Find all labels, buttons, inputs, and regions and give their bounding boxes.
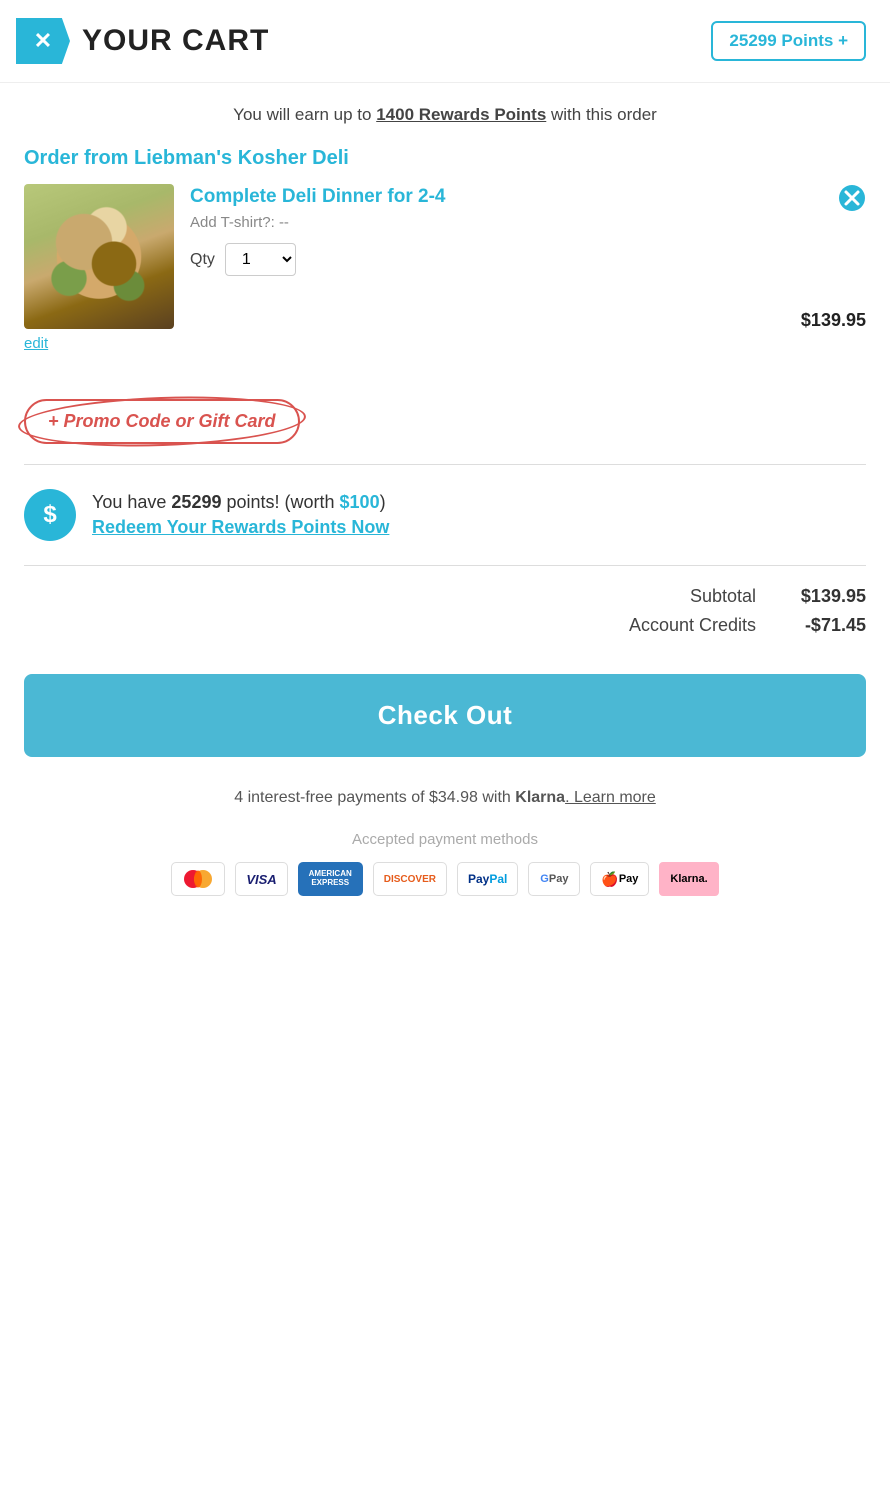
item-qty-row: Qty 1 2 3 4 xyxy=(190,243,866,276)
rewards-text-before: You will earn up to xyxy=(233,105,376,124)
checkout-button[interactable]: Check Out xyxy=(24,674,866,757)
klarna-brand: Klarna xyxy=(515,789,565,806)
item-name: Complete Deli Dinner for 2-4 xyxy=(190,186,866,208)
payment-methods-label: Accepted payment methods xyxy=(24,831,866,848)
cart-item: edit Complete Deli Dinner for 2-4 Add T-… xyxy=(24,184,866,369)
checkout-section: Check Out xyxy=(0,654,890,773)
rewards-points-text: You have 25299 points! (worth $100) xyxy=(92,492,389,513)
item-remove-button[interactable] xyxy=(838,184,866,219)
credits-value: -$71.45 xyxy=(786,615,866,636)
rewards-earn-bar: You will earn up to 1400 Rewards Points … xyxy=(0,83,890,135)
visa-icon: VISA xyxy=(235,862,287,896)
restaurant-name: Liebman's Kosher Deli xyxy=(134,147,349,169)
points-button[interactable]: 25299 Points + xyxy=(711,21,866,61)
paypal-icon: PayPal xyxy=(457,862,518,896)
item-details: Complete Deli Dinner for 2-4 Add T-shirt… xyxy=(190,184,866,282)
subtotal-value: $139.95 xyxy=(786,586,866,607)
text-before: You have xyxy=(92,492,171,512)
klarna-section: 4 interest-free payments of $34.98 with … xyxy=(0,773,890,815)
food-photo xyxy=(24,184,174,329)
subtotal-row: Subtotal $139.95 xyxy=(24,586,866,607)
item-image xyxy=(24,184,174,329)
klarna-text: 4 interest-free payments of $34.98 with xyxy=(234,789,515,806)
item-image-wrapper: edit xyxy=(24,184,174,353)
item-option: Add T-shirt?: -- xyxy=(190,214,866,231)
promo-section: + Promo Code or Gift Card xyxy=(0,369,890,464)
option-label: Add T-shirt?: xyxy=(190,214,275,231)
applepay-icon: 🍎 Pay xyxy=(590,862,649,896)
order-from: Order from Liebman's Kosher Deli xyxy=(24,147,866,170)
logo-x-icon: ✕ xyxy=(34,28,52,54)
remove-icon xyxy=(838,184,866,212)
order-from-label: Order from xyxy=(24,147,128,169)
qty-select[interactable]: 1 2 3 4 xyxy=(225,243,296,276)
rewards-text-after: with this order xyxy=(546,105,657,124)
gpay-icon: G Pay xyxy=(528,862,580,896)
logo-badge: ✕ xyxy=(16,18,70,64)
item-price: $139.95 xyxy=(801,310,866,331)
promo-button[interactable]: + Promo Code or Gift Card xyxy=(24,399,300,444)
page-header: ✕ YOUR CART 25299 Points + xyxy=(0,0,890,83)
cart-title: YOUR CART xyxy=(82,24,269,58)
totals-section: Subtotal $139.95 Account Credits -$71.45 xyxy=(0,566,890,654)
edit-link[interactable]: edit xyxy=(24,335,48,352)
rewards-redeem-section: $ You have 25299 points! (worth $100) Re… xyxy=(0,465,890,565)
rewards-points-amount: 1400 Rewards Points xyxy=(376,105,546,124)
klarna-learn-more[interactable]: . Learn more xyxy=(565,789,656,806)
points-worth: $100 xyxy=(340,492,380,512)
qty-label: Qty xyxy=(190,251,215,269)
points-count: 25299 xyxy=(171,492,221,512)
redeem-link[interactable]: Redeem Your Rewards Points Now xyxy=(92,517,389,538)
dollar-symbol: $ xyxy=(43,501,56,529)
amex-icon: AMERICANEXPRESS xyxy=(298,862,363,896)
dollar-icon: $ xyxy=(24,489,76,541)
subtotal-label: Subtotal xyxy=(690,586,756,607)
discover-icon: DISCOVER xyxy=(373,862,447,896)
option-value: -- xyxy=(279,214,289,231)
order-section: Order from Liebman's Kosher Deli edit Co… xyxy=(0,135,890,369)
mastercard-icon xyxy=(171,862,225,896)
credits-label: Account Credits xyxy=(629,615,756,636)
payment-methods-section: Accepted payment methods VISA AMERICANEX… xyxy=(0,815,890,926)
klarna-badge-icon: Klarna. xyxy=(659,862,718,896)
text-mid: points! (worth xyxy=(221,492,339,512)
payment-icons-row: VISA AMERICANEXPRESS DISCOVER PayPal G P… xyxy=(24,862,866,896)
text-after: ) xyxy=(380,492,386,512)
rewards-redeem-text: You have 25299 points! (worth $100) Rede… xyxy=(92,492,389,538)
credits-row: Account Credits -$71.45 xyxy=(24,615,866,636)
header-left: ✕ YOUR CART xyxy=(16,18,269,64)
